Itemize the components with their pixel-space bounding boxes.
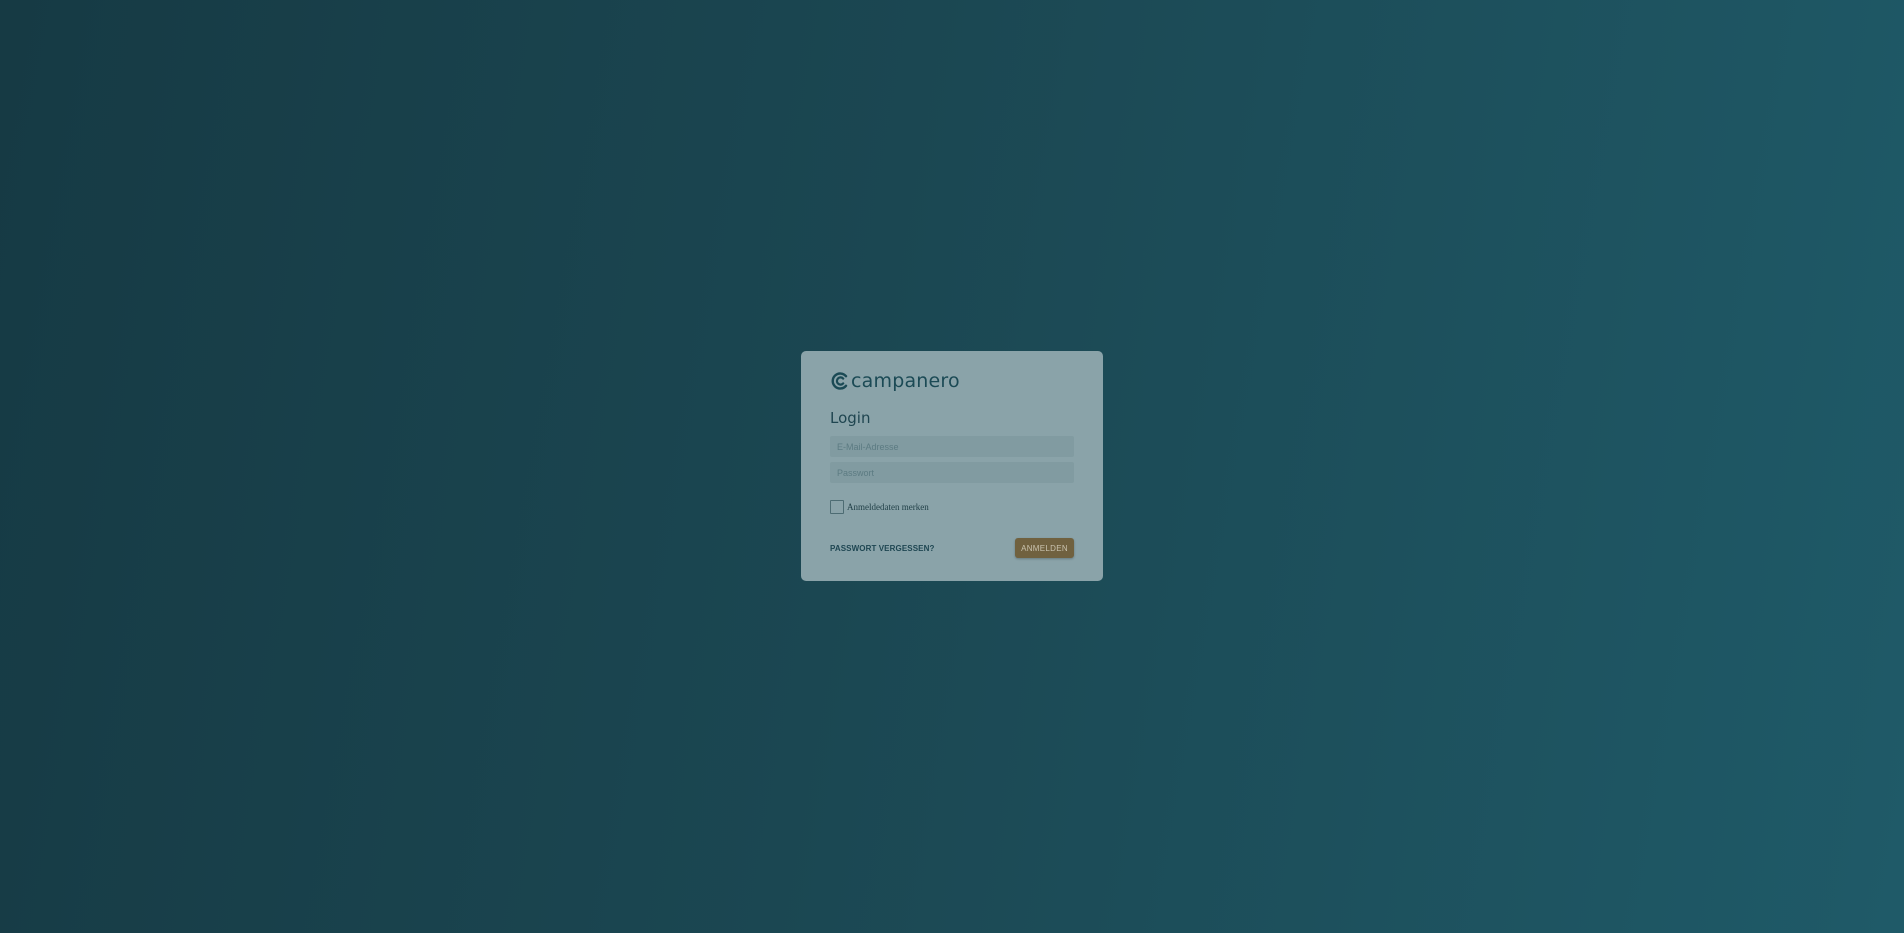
campanero-logo: campanero — [830, 369, 1074, 393]
password-field[interactable] — [830, 462, 1074, 483]
remember-me-label[interactable]: Anmeldedaten merken — [847, 502, 929, 512]
login-button[interactable]: ANMELDEN — [1015, 538, 1074, 558]
forgot-password-link[interactable]: PASSWORT VERGESSEN? — [830, 544, 934, 553]
email-field[interactable] — [830, 436, 1074, 457]
logo-text: campanero — [851, 370, 960, 392]
page-title: Login — [830, 409, 871, 427]
remember-me-row[interactable]: Anmeldedaten merken — [830, 500, 1074, 514]
login-footer: PASSWORT VERGESSEN? ANMELDEN — [830, 538, 1074, 558]
campanero-logo-mark-icon — [831, 372, 848, 390]
login-card: campanero Login Anmeldedaten merken PASS… — [801, 351, 1103, 581]
remember-me-checkbox[interactable] — [830, 500, 844, 514]
